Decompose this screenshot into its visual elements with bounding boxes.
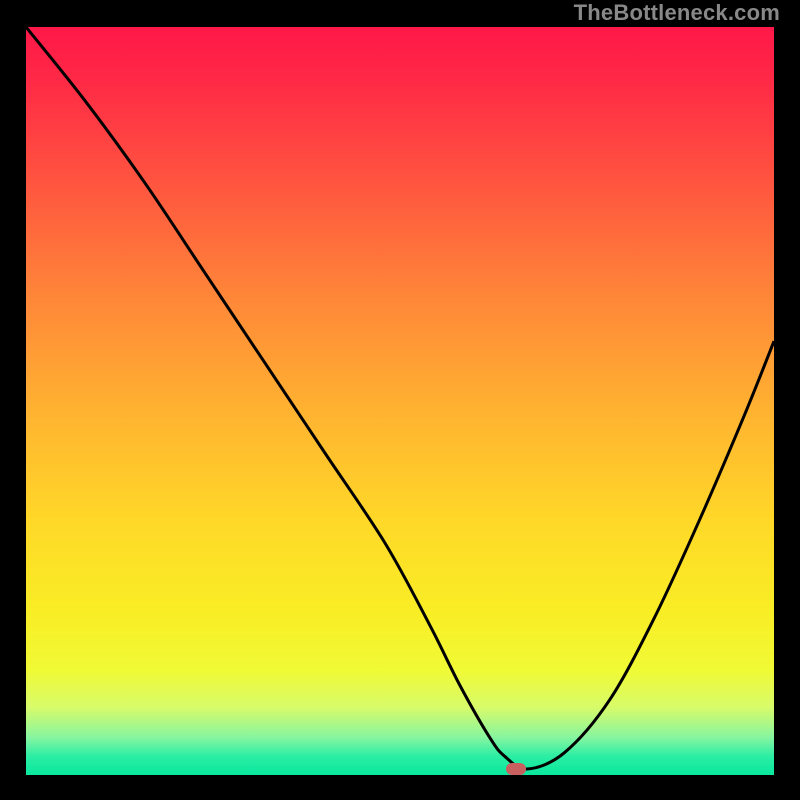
curve-path — [26, 27, 774, 769]
attribution-text: TheBottleneck.com — [574, 0, 780, 26]
plot-area — [26, 27, 774, 775]
optimal-point-marker — [506, 763, 526, 775]
chart-root: TheBottleneck.com — [0, 0, 800, 800]
bottleneck-curve — [26, 27, 774, 775]
